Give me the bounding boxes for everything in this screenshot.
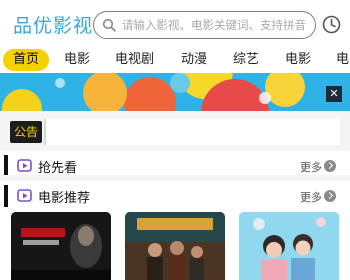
notice-text[interactable] xyxy=(44,119,340,145)
search-input[interactable] xyxy=(122,15,312,35)
section-marker xyxy=(4,185,8,207)
chevron-right-icon[interactable] xyxy=(324,160,336,172)
movie-poster[interactable] xyxy=(239,212,339,280)
search-icon xyxy=(102,18,116,32)
tab-variety[interactable]: 综艺 xyxy=(233,49,259,71)
section-movie-recommend: 电影推荐 更多 xyxy=(0,181,350,211)
tab-home[interactable]: 首页 xyxy=(3,49,50,71)
play-icon xyxy=(17,159,32,172)
banner-close-button[interactable]: ✕ xyxy=(326,86,342,102)
poster-image xyxy=(125,212,225,280)
app-logo[interactable]: 品优影视 xyxy=(13,11,93,38)
header: 品优影视 xyxy=(0,0,350,48)
movie-poster[interactable] xyxy=(125,212,225,280)
chevron-right-icon[interactable] xyxy=(324,190,336,202)
section-title: 电影推荐 xyxy=(38,191,91,206)
tab-anime[interactable]: 动漫 xyxy=(181,49,207,71)
category-nav: 首页 电影 电视剧 动漫 综艺 电影 电 xyxy=(0,48,350,73)
banner-artwork xyxy=(0,73,350,111)
more-link[interactable]: 更多 xyxy=(300,189,322,205)
movie-poster-row xyxy=(0,211,350,280)
movie-poster[interactable] xyxy=(11,212,111,280)
history-icon[interactable] xyxy=(322,15,341,34)
notice-badge: 公告 xyxy=(10,121,43,143)
poster-image xyxy=(239,212,339,280)
promo-banner[interactable]: ✕ xyxy=(0,73,350,111)
tab-movie-2[interactable]: 电影 xyxy=(285,49,311,71)
tab-more-partial[interactable]: 电 xyxy=(336,49,349,71)
more-link[interactable]: 更多 xyxy=(300,159,322,175)
section-marker xyxy=(4,155,8,177)
search-box[interactable] xyxy=(93,11,316,39)
poster-image xyxy=(11,212,111,280)
notice-bar: 公告 xyxy=(0,111,350,151)
section-title: 抢先看 xyxy=(38,161,78,176)
tab-tv-series[interactable]: 电视剧 xyxy=(115,49,154,71)
tab-movie[interactable]: 电影 xyxy=(64,49,90,71)
play-icon xyxy=(17,189,32,202)
